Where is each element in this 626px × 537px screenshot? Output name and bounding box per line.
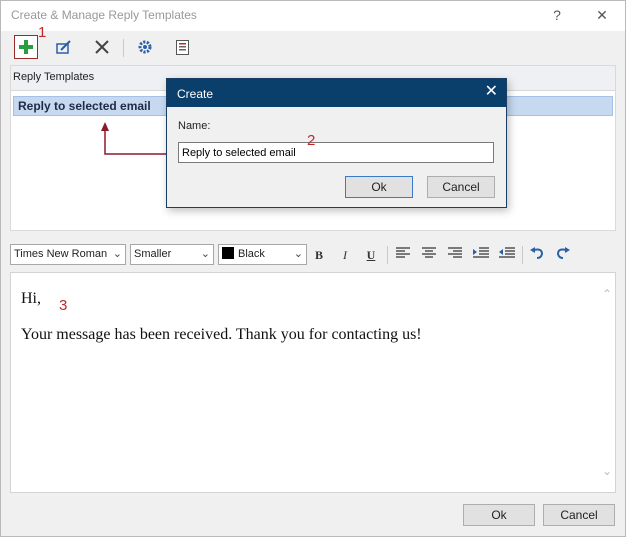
dialog-close-icon[interactable]: ✕ — [485, 83, 498, 101]
settings-button[interactable] — [133, 35, 157, 59]
underline-button[interactable]: U — [362, 246, 380, 264]
create-dialog: Create ✕ Name: 2 Ok Cancel — [166, 78, 507, 208]
dialog-ok-button[interactable]: Ok — [345, 176, 413, 198]
chevron-down-icon: ⌄ — [200, 248, 210, 260]
align-left-button[interactable] — [394, 246, 412, 264]
font-size-select[interactable]: Smaller ⌄ — [130, 244, 214, 265]
toolbar: 1 — [1, 24, 625, 65]
editor-greeting: Hi, — [21, 290, 41, 307]
gear-icon — [138, 40, 152, 54]
window-title: Create & Manage Reply Templates — [11, 8, 197, 22]
outdent-button[interactable] — [498, 246, 516, 264]
undo-icon — [530, 247, 544, 259]
format-separator — [387, 246, 388, 264]
font-size-value: Smaller — [134, 248, 172, 260]
chevron-down-icon: ⌄ — [112, 248, 122, 260]
scroll-up-button[interactable]: ⌃ — [602, 287, 612, 301]
dialog-title-bar: Create ✕ — [167, 79, 506, 107]
align-left-icon — [396, 247, 410, 258]
editor-body: Your message has been received. Thank yo… — [21, 326, 422, 343]
delete-template-button[interactable] — [90, 35, 114, 59]
rename-template-button[interactable] — [52, 35, 76, 59]
add-template-button[interactable] — [14, 35, 38, 59]
align-center-button[interactable] — [420, 246, 438, 264]
templates-header-label: Reply Templates — [13, 71, 95, 83]
align-right-button[interactable] — [446, 246, 464, 264]
align-right-icon — [448, 247, 462, 258]
document-list-icon — [175, 39, 189, 55]
font-family-select[interactable]: Times New Roman ⌄ — [10, 244, 126, 265]
edit-icon — [56, 40, 71, 54]
close-window-button[interactable]: ✕ — [591, 5, 613, 25]
bold-button[interactable]: B — [310, 246, 328, 264]
name-label: Name: — [178, 120, 211, 132]
toolbar-separator — [123, 39, 124, 57]
dialog-title: Create — [177, 87, 214, 101]
align-center-icon — [422, 247, 436, 258]
indent-icon — [473, 247, 489, 258]
scroll-down-button[interactable]: ⌄ — [602, 464, 612, 478]
italic-button[interactable]: I — [336, 246, 354, 264]
dialog-cancel-button[interactable]: Cancel — [427, 176, 495, 198]
color-swatch — [222, 247, 234, 259]
outdent-icon — [499, 247, 515, 258]
title-bar: Create & Manage Reply Templates ? ✕ — [1, 1, 625, 31]
format-separator — [522, 246, 523, 264]
step-marker-3: 3 — [59, 297, 68, 314]
message-editor[interactable]: Hi, 3 Your message has been received. Th… — [10, 272, 616, 493]
ok-button[interactable]: Ok — [463, 504, 535, 526]
step-marker-2: 2 — [307, 132, 316, 149]
cancel-button[interactable]: Cancel — [543, 504, 615, 526]
formatting-toolbar: Times New Roman ⌄ Smaller ⌄ Black ⌄ B I … — [10, 241, 616, 269]
help-button[interactable]: ? — [546, 5, 568, 25]
template-list-item-label: Reply to selected email — [18, 99, 151, 113]
redo-icon — [556, 247, 570, 259]
plus-icon — [19, 40, 33, 54]
indent-button[interactable] — [472, 246, 490, 264]
font-color-value: Black — [238, 248, 265, 260]
font-family-value: Times New Roman — [14, 248, 108, 260]
redo-button[interactable] — [554, 246, 572, 264]
template-list-button[interactable] — [170, 35, 194, 59]
chevron-down-icon: ⌄ — [293, 248, 303, 260]
step-marker-1: 1 — [38, 24, 47, 41]
annotation-arrow — [101, 122, 169, 155]
undo-button[interactable] — [528, 246, 546, 264]
name-input[interactable] — [178, 142, 494, 163]
delete-icon — [95, 40, 109, 54]
font-color-select[interactable]: Black ⌄ — [218, 244, 307, 265]
